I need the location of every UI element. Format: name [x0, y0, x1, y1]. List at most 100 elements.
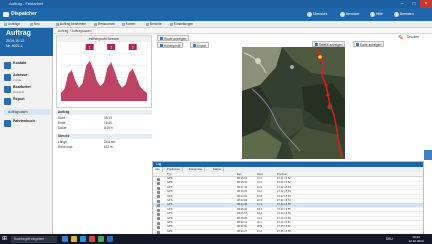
- map-view-button[interactable]: Karte anzeigen: [353, 41, 385, 47]
- row-type-icon: [157, 199, 160, 203]
- file-explorer-icon[interactable]: [71, 236, 77, 242]
- nav-subitem-order-data[interactable]: Auftragsdaten: [4, 109, 51, 115]
- log-table-panel: Log Alle Positionen Ereignisse Status Ty…: [152, 161, 424, 235]
- route-button[interactable]: Route anzeigen: [157, 35, 190, 41]
- nav-item-contact[interactable]: Kontakt: [2, 60, 51, 71]
- nav-item-report[interactable]: Report: [2, 96, 51, 107]
- satellite-map[interactable]: [242, 47, 345, 159]
- task-view-icon[interactable]: [62, 236, 68, 242]
- window-title: Auftrag - Feldarbeit: [9, 1, 44, 6]
- route-waypoint-marker[interactable]: [328, 103, 332, 107]
- row-type-icon: [157, 208, 160, 212]
- browser-icon[interactable]: [80, 236, 86, 242]
- chart-peak-badge[interactable]: 1: [85, 44, 94, 50]
- row-type-icon: [157, 195, 160, 199]
- nav-header: Auftrag 2019-10-12 Nr. 4021-1: [0, 28, 53, 56]
- panel-scroll-handle[interactable]: [424, 150, 432, 160]
- menu-settings[interactable]: Einstellungen: [170, 21, 193, 27]
- nav-item-sub: Kunde: [13, 78, 22, 82]
- users-button[interactable]: Benutzer: [340, 11, 360, 18]
- menu-maps[interactable]: Karten: [122, 21, 135, 27]
- taskbar-clock[interactable]: 10:42 12.10.2019: [404, 235, 428, 243]
- nav-item-address[interactable]: Adresse Kunde: [2, 72, 51, 83]
- badge-label: 3: [132, 46, 134, 50]
- user-icon: [340, 11, 345, 17]
- dispatcher-taskbar-icon[interactable]: [107, 236, 113, 242]
- route-waypoint-marker[interactable]: [324, 83, 328, 87]
- help-label: Hilfe: [376, 12, 383, 16]
- address-icon: [4, 74, 11, 81]
- row-type-icon: [157, 190, 160, 194]
- print-icon: ✎: [398, 35, 404, 42]
- chart-peak-badge[interactable]: 3: [128, 44, 137, 50]
- chart-peak-badge[interactable]: 2: [107, 44, 116, 50]
- badge-label: 2: [110, 46, 112, 50]
- route-waypoint-marker[interactable]: [326, 93, 330, 97]
- app-brand: Dispatcher: [11, 11, 37, 17]
- start-icon[interactable]: ⊞: [2, 236, 8, 242]
- menu-orders[interactable]: Aufträge: [4, 21, 20, 27]
- info-key: Dauer: [58, 126, 67, 130]
- info-section-route: Strecke: [56, 134, 152, 139]
- elevation-chart-panel: Höhenprofil Strecke 123: [56, 35, 152, 108]
- route-start-marker[interactable]: [317, 54, 323, 60]
- map-imagery: [242, 47, 345, 159]
- app-logo-icon: [3, 12, 9, 17]
- nav-item-logbook[interactable]: Fahrtenbuch: [2, 118, 51, 129]
- overview-button[interactable]: Übersicht: [307, 11, 327, 18]
- info-row: Höhe max 612 m: [56, 145, 152, 150]
- report-icon: [4, 98, 11, 105]
- contact-icon: [4, 62, 11, 69]
- top-toolbar: Dispatcher Übersicht Benutzer Hilfe Been…: [0, 8, 432, 21]
- os-taskbar: ⊞ Suchbegriff eingeben DEU 10:42 12.10.2…: [0, 234, 432, 244]
- print-button[interactable]: ✎ Drucken: [398, 34, 426, 48]
- menu-new[interactable]: Neu: [30, 21, 40, 27]
- minimize-button[interactable]: –: [396, 0, 408, 8]
- menu-edit-order[interactable]: Auftrag bearbeiten: [56, 21, 86, 27]
- maximize-button[interactable]: □: [408, 0, 420, 8]
- app-window: Auftrag - Feldarbeit – □ × Dispatcher Üb…: [0, 0, 432, 244]
- taskbar-search[interactable]: Suchbegriff eingeben: [11, 235, 57, 243]
- row-type-icon: [157, 177, 160, 181]
- profile-button[interactable]: Höhenprofil: [157, 42, 184, 48]
- row-type-icon: [157, 217, 160, 221]
- nav-header-title: Auftrag: [6, 30, 31, 37]
- help-button[interactable]: Hilfe: [370, 11, 383, 18]
- tray-language[interactable]: DEU: [386, 234, 393, 244]
- info-value: 612 m: [104, 145, 113, 149]
- clock-date: 12.10.2019: [408, 239, 424, 243]
- logbook-icon: [4, 120, 11, 127]
- overview-label: Übersicht: [313, 12, 328, 16]
- app-icon[interactable]: [98, 236, 104, 242]
- order-info-table: Auftrag Start 08:15 Ende 16:40 Dauer 8:25 h…: [56, 110, 152, 190]
- menu-resources[interactable]: Ressourcen: [94, 21, 115, 27]
- info-key: Höhe max: [58, 145, 73, 149]
- nav-item-sub: Protokoll: [13, 90, 24, 94]
- left-navigation: Auftrag 2019-10-12 Nr. 4021-1 Kontakt Ad…: [0, 28, 53, 234]
- close-button[interactable]: ×: [420, 0, 432, 8]
- elevation-chart: 1 2 3: [61, 44, 147, 102]
- help-icon: [370, 11, 375, 17]
- users-label: Benutzer: [346, 12, 360, 16]
- exit-icon: [394, 11, 399, 17]
- info-section-order: Auftrag: [56, 110, 152, 115]
- edit-icon: [4, 86, 11, 93]
- row-type-icon: [157, 204, 160, 208]
- elevation-area: [61, 60, 147, 101]
- breadcrumb: Auftrag > Auftragsdaten: [54, 28, 432, 34]
- nav-item-edited[interactable]: Bearbeitet Protokoll: [2, 84, 51, 95]
- export-button[interactable]: Export: [190, 42, 210, 48]
- menu-reports[interactable]: Berichte: [146, 21, 162, 27]
- mail-icon[interactable]: [89, 236, 95, 242]
- info-value: 8:25 h: [104, 126, 113, 130]
- info-row: Dauer 8:25 h: [56, 126, 152, 131]
- nav-item-label: Report: [13, 97, 25, 101]
- nav-item-label: Kontakt: [13, 61, 27, 65]
- row-type-icon: [157, 212, 160, 216]
- row-type-icon: [157, 226, 160, 230]
- menu-bar: Aufträge Neu Auftrag bearbeiten Ressourc…: [0, 21, 432, 28]
- exit-button[interactable]: Beenden: [394, 11, 414, 18]
- nav-item-label: Fahrtenbuch: [13, 119, 35, 123]
- title-bar: Auftrag - Feldarbeit – □ ×: [0, 0, 432, 8]
- row-type-icon: [157, 182, 160, 186]
